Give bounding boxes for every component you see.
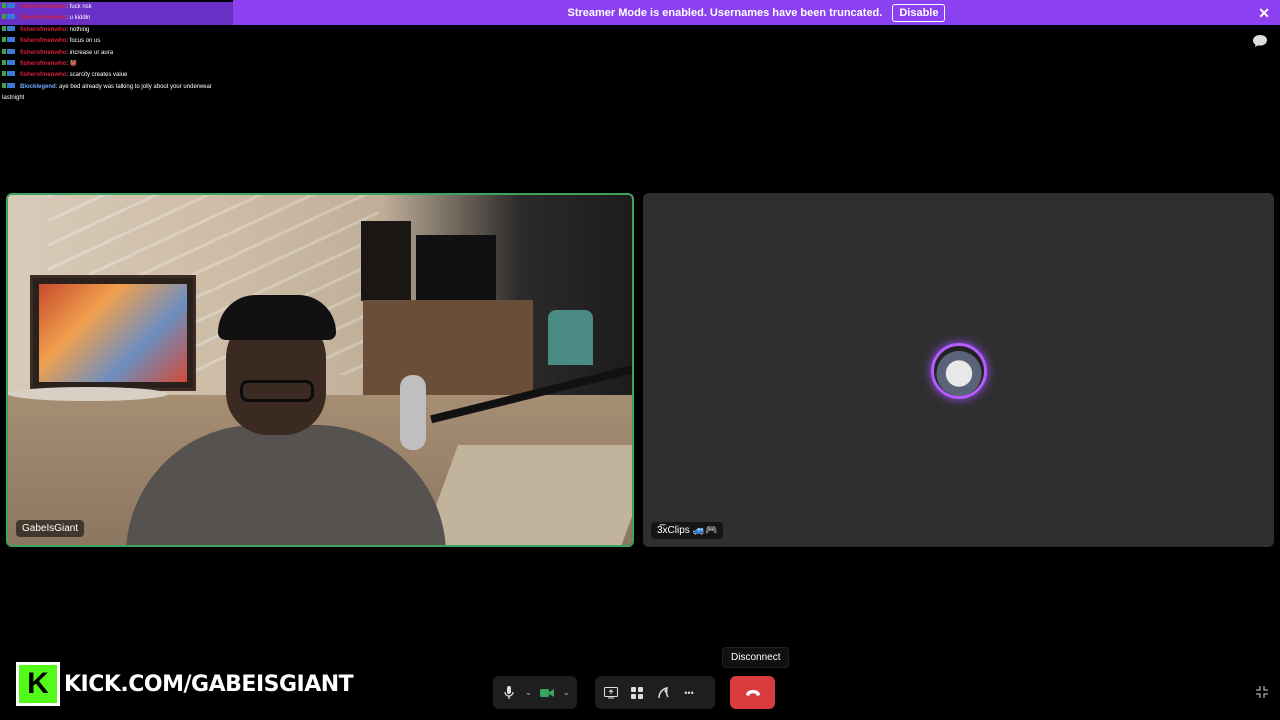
dresser [363,300,533,400]
wall-art [361,221,411,301]
badge-icon [2,48,20,59]
headphones [218,295,336,340]
glasses [240,380,314,402]
framed-poster [30,275,196,391]
minimize-fullscreen-icon[interactable] [1256,686,1268,698]
chat-message: fisherofmenwho: u kiddin [0,13,233,25]
camera-icon[interactable] [535,680,560,706]
camera-chevron-down-icon[interactable]: ⌄ [560,680,573,706]
close-icon[interactable]: ✕ [1258,5,1270,22]
chat-text: : 👹 [66,61,78,68]
chat-message: fisherofmenwho: nothing [0,25,233,36]
chat-username[interactable]: fisherofmenwho [20,15,66,21]
activity-controls: ••• [595,676,715,709]
chat-text: : focus on us [66,38,101,45]
chat-username[interactable]: fisherofmenwho [20,38,66,44]
chat-bubble-icon[interactable] [1252,34,1268,48]
video-tile-xclips[interactable]: 3̅̅xClips 🚙🎮 [643,193,1274,547]
avatar [931,343,987,399]
badge-icon [2,36,20,47]
chat-username[interactable]: fisherofmenwho [20,72,66,78]
chat-username[interactable]: fisherofmenwho [20,61,66,67]
badge-icon [2,70,20,81]
activities-icon[interactable] [624,680,650,706]
chair [548,310,593,365]
chat-username[interactable]: fisherofmenwho [20,4,66,10]
badge-icon [2,59,20,70]
chat-text: : fuck nsk [66,4,92,10]
kick-channel-url: KICK.COM/GABEISGIANT [64,671,354,697]
mic-chevron-down-icon[interactable]: ⌄ [522,680,535,706]
disconnect-button[interactable] [730,676,775,709]
kick-logo-icon: K [16,662,60,706]
chat-username[interactable]: Blocklegend [20,84,56,90]
chat-text: : u kiddin [66,15,91,22]
badge-icon [2,13,20,24]
chat-message: fisherofmenwho: 👹 [0,59,233,70]
hang-up-icon [745,689,760,696]
side-table [8,387,168,401]
chat-overlay: fisherofmenwho: fuck nsk fisherofmenwho: … [0,2,233,105]
chat-message: fisherofmenwho: fuck nsk [0,2,233,14]
badge-icon [2,25,20,36]
chat-username[interactable]: fisherofmenwho [20,27,66,33]
chat-message: fisherofmenwho: focus on us [0,36,233,47]
video-tile-gabeisgiant[interactable]: GabeIsGiant [6,193,634,547]
participant-name-tag: GabeIsGiant [16,520,85,537]
microphone-icon[interactable] [497,680,522,706]
banner-text: Streamer Mode is enabled. Usernames have… [567,6,883,19]
badge-icon [2,82,20,93]
back-tv [416,235,496,305]
audio-video-controls: ⌄ ⌄ [493,676,577,709]
badge-icon [2,2,20,13]
chat-message: fisherofmenwho: scarcity creates value [0,70,233,81]
disconnect-tooltip: Disconnect [722,647,790,668]
chat-username[interactable]: fisherofmenwho [20,50,66,56]
soundboard-icon[interactable] [650,680,676,706]
streamer-mode-banner: Streamer Mode is enabled. Usernames have… [233,0,1280,25]
chat-message: fisherofmenwho: increase ur aura [0,48,233,59]
disable-streamer-mode-button[interactable]: Disable [892,3,946,22]
chat-message: Blocklegend: aye bed already was talking… [0,82,232,105]
more-options-icon[interactable]: ••• [676,680,702,706]
chat-text: : nothing [66,26,90,33]
screen-share-icon[interactable] [598,680,624,706]
microphone [400,375,426,450]
chat-text: : increase ur aura [66,49,114,56]
kick-channel-logo: K KICK.COM/GABEISGIANT [16,660,354,708]
participant-name-tag: 3̅̅xClips 🚙🎮 [651,522,724,539]
chat-text: : scarcity creates value [66,72,128,79]
